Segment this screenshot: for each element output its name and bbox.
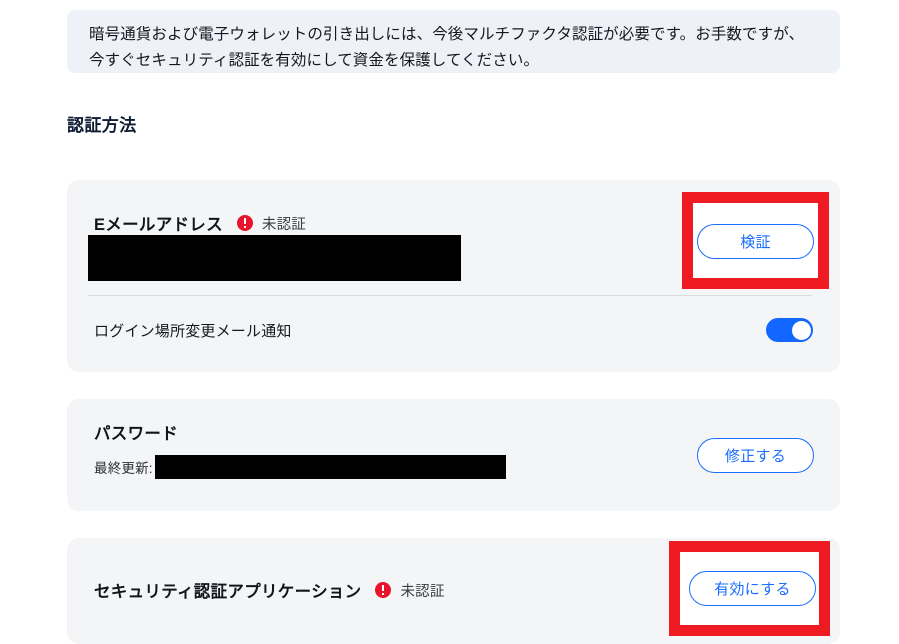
toggle-knob <box>791 320 811 340</box>
modify-password-button[interactable]: 修正する <box>697 438 814 473</box>
email-card-title: Eメールアドレス <box>94 216 223 234</box>
mfa-notice-banner: 暗号通貨および電子ウォレットの引き出しには、今後マルチファクタ認証が必要です。お… <box>67 10 840 73</box>
alert-circle-icon <box>236 215 253 231</box>
auth-app-card-title: セキュリティ認証アプリケーション <box>94 583 362 601</box>
login-location-notification-toggle[interactable] <box>766 318 813 342</box>
alert-circle-icon <box>375 582 392 598</box>
auth-app-card-header: セキュリティ認証アプリケーション 未認証 <box>94 578 445 602</box>
email-card-header: Eメールアドレス 未認証 <box>94 211 306 235</box>
password-last-updated-label: 最終更新: <box>94 461 153 476</box>
email-card-divider <box>88 295 812 296</box>
password-card-title: パスワード <box>94 425 178 443</box>
auth-app-status-label: 未認証 <box>400 583 445 600</box>
section-title-auth-methods: 認証方法 <box>67 116 137 135</box>
verify-email-button[interactable]: 検証 <box>697 224 814 259</box>
login-location-notification-row: ログイン場所変更メール通知 <box>94 316 813 344</box>
password-last-updated-row: 最終更新: <box>94 455 506 479</box>
notice-text: 暗号通貨および電子ウォレットの引き出しには、今後マルチファクタ認証が必要です。お… <box>89 26 805 69</box>
email-status-label: 未認証 <box>261 216 307 233</box>
settings-security-page: 暗号通貨および電子ウォレットの引き出しには、今後マルチファクタ認証が必要です。お… <box>0 0 899 644</box>
enable-auth-app-button[interactable]: 有効にする <box>689 571 816 606</box>
password-last-updated-redacted-value <box>154 455 506 479</box>
email-address-redacted-value <box>88 235 461 281</box>
login-location-notification-label: ログイン場所変更メール通知 <box>94 322 292 340</box>
